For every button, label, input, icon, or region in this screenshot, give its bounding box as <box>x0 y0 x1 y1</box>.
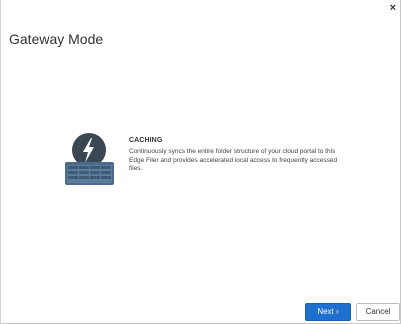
caching-description: Continuously syncs the entire folder str… <box>129 148 338 172</box>
next-button[interactable]: Next › <box>305 303 351 321</box>
caching-option[interactable]: CACHING Continuously syncs the entire fo… <box>63 128 353 198</box>
caching-heading: CACHING <box>129 137 163 144</box>
gateway-mode-dialog: × Gateway Mode CACHING Continuously sync… <box>0 0 401 324</box>
cancel-button[interactable]: Cancel <box>356 303 400 321</box>
dialog-title: Gateway Mode <box>9 31 104 47</box>
caching-option-text: CACHING Continuously syncs the entire fo… <box>129 137 351 174</box>
caching-icon <box>63 128 117 190</box>
close-icon[interactable]: × <box>390 3 396 14</box>
